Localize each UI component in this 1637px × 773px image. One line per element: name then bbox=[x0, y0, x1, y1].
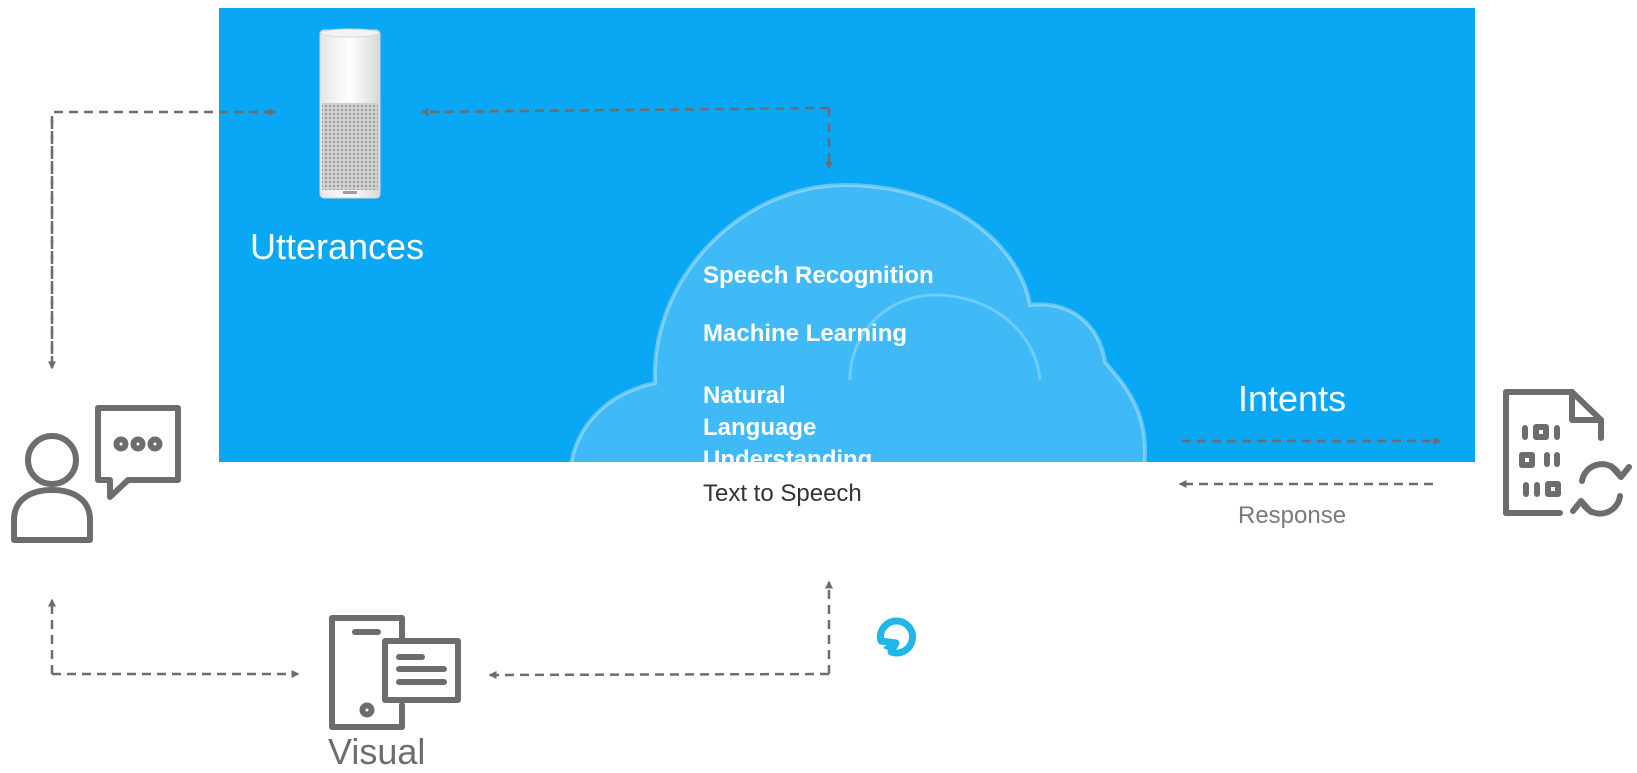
capability-speech-recognition: Speech Recognition bbox=[703, 262, 934, 289]
capability-text-to-speech: Text to Speech bbox=[703, 480, 862, 507]
user-chat-icon bbox=[11, 405, 181, 543]
arrow-cloud-to-device bbox=[420, 106, 830, 116]
utterances-label: Utterances bbox=[250, 226, 425, 267]
visual-device-icon bbox=[329, 615, 461, 730]
capability-nlu: Natural Language Understanding bbox=[703, 382, 873, 473]
architecture-diagram: Utterances Speech Recognition Machine Le… bbox=[0, 0, 1637, 773]
echo-speaker-icon bbox=[319, 28, 381, 199]
intents-label: Intents bbox=[1238, 378, 1347, 419]
visual-label: Visual bbox=[328, 731, 426, 772]
arrow-user-to-device bbox=[50, 108, 277, 365]
skill-sync-icon bbox=[1503, 389, 1632, 517]
arrow-cloud-to-visual bbox=[488, 670, 830, 679]
capability-machine-learning: Machine Learning bbox=[703, 320, 908, 347]
alexa-ring-icon bbox=[877, 617, 916, 657]
response-label: Response bbox=[1238, 502, 1347, 529]
